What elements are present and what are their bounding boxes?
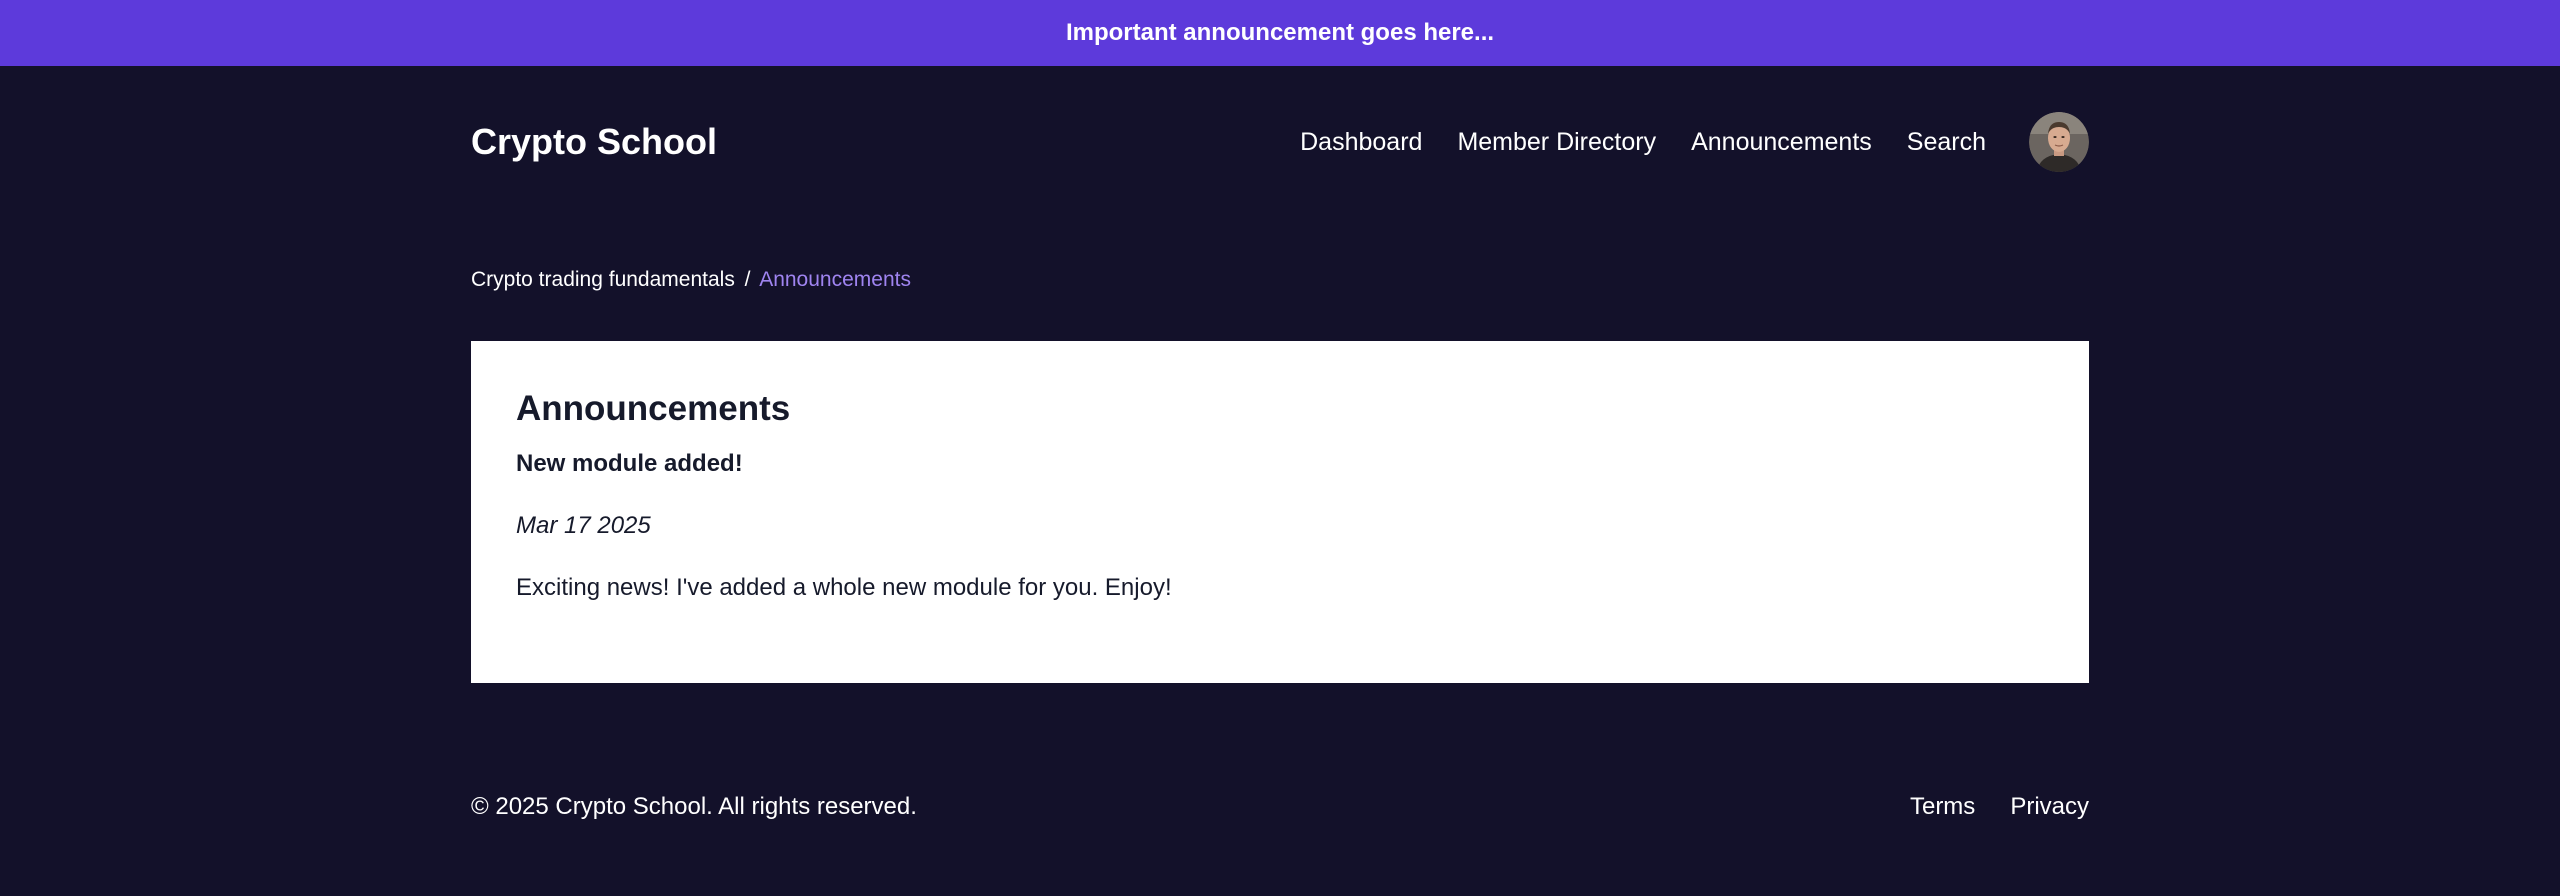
page-title: Announcements bbox=[516, 389, 791, 428]
breadcrumb-separator: / bbox=[744, 268, 751, 291]
site-header: Crypto School Dashboard Member Directory… bbox=[471, 66, 2089, 218]
announcement-bar: Important announcement goes here... bbox=[0, 0, 2560, 66]
copyright-text: © 2025 Crypto School. All rights reserve… bbox=[471, 793, 917, 820]
nav-link-member-directory[interactable]: Member Directory bbox=[1457, 128, 1656, 157]
announcement-post: New module added! Mar 17 2025 Exciting n… bbox=[516, 449, 2044, 603]
footer-links: Terms Privacy bbox=[1875, 793, 2089, 821]
footer-link-privacy[interactable]: Privacy bbox=[2010, 793, 2089, 821]
breadcrumb-current[interactable]: Announcements bbox=[759, 268, 911, 291]
footer-link-terms[interactable]: Terms bbox=[1910, 793, 1975, 821]
nav-link-announcements[interactable]: Announcements bbox=[1691, 128, 1872, 157]
site-logo[interactable]: Crypto School bbox=[471, 121, 717, 163]
site-footer: © 2025 Crypto School. All rights reserve… bbox=[471, 789, 2089, 825]
user-avatar-icon bbox=[2029, 112, 2089, 172]
announcement-text: Important announcement goes here... bbox=[1065, 19, 1495, 46]
nav-link-dashboard[interactable]: Dashboard bbox=[1300, 128, 1422, 157]
main-nav: Dashboard Member Directory Announcements… bbox=[1265, 112, 2089, 172]
post-title: New module added! bbox=[516, 450, 743, 477]
main-container: Crypto trading fundamentals / Announceme… bbox=[471, 266, 2089, 825]
breadcrumb-parent-link[interactable]: Crypto trading fundamentals bbox=[471, 268, 735, 291]
avatar[interactable] bbox=[2029, 112, 2089, 172]
breadcrumb-bar: Crypto trading fundamentals / Announceme… bbox=[471, 266, 2089, 294]
post-body: Exciting news! I've added a whole new mo… bbox=[516, 574, 1172, 601]
post-date: Mar 17 2025 bbox=[516, 512, 651, 539]
nav-link-search[interactable]: Search bbox=[1907, 128, 1986, 157]
announcements-card: Announcements New module added! Mar 17 2… bbox=[471, 341, 2089, 683]
